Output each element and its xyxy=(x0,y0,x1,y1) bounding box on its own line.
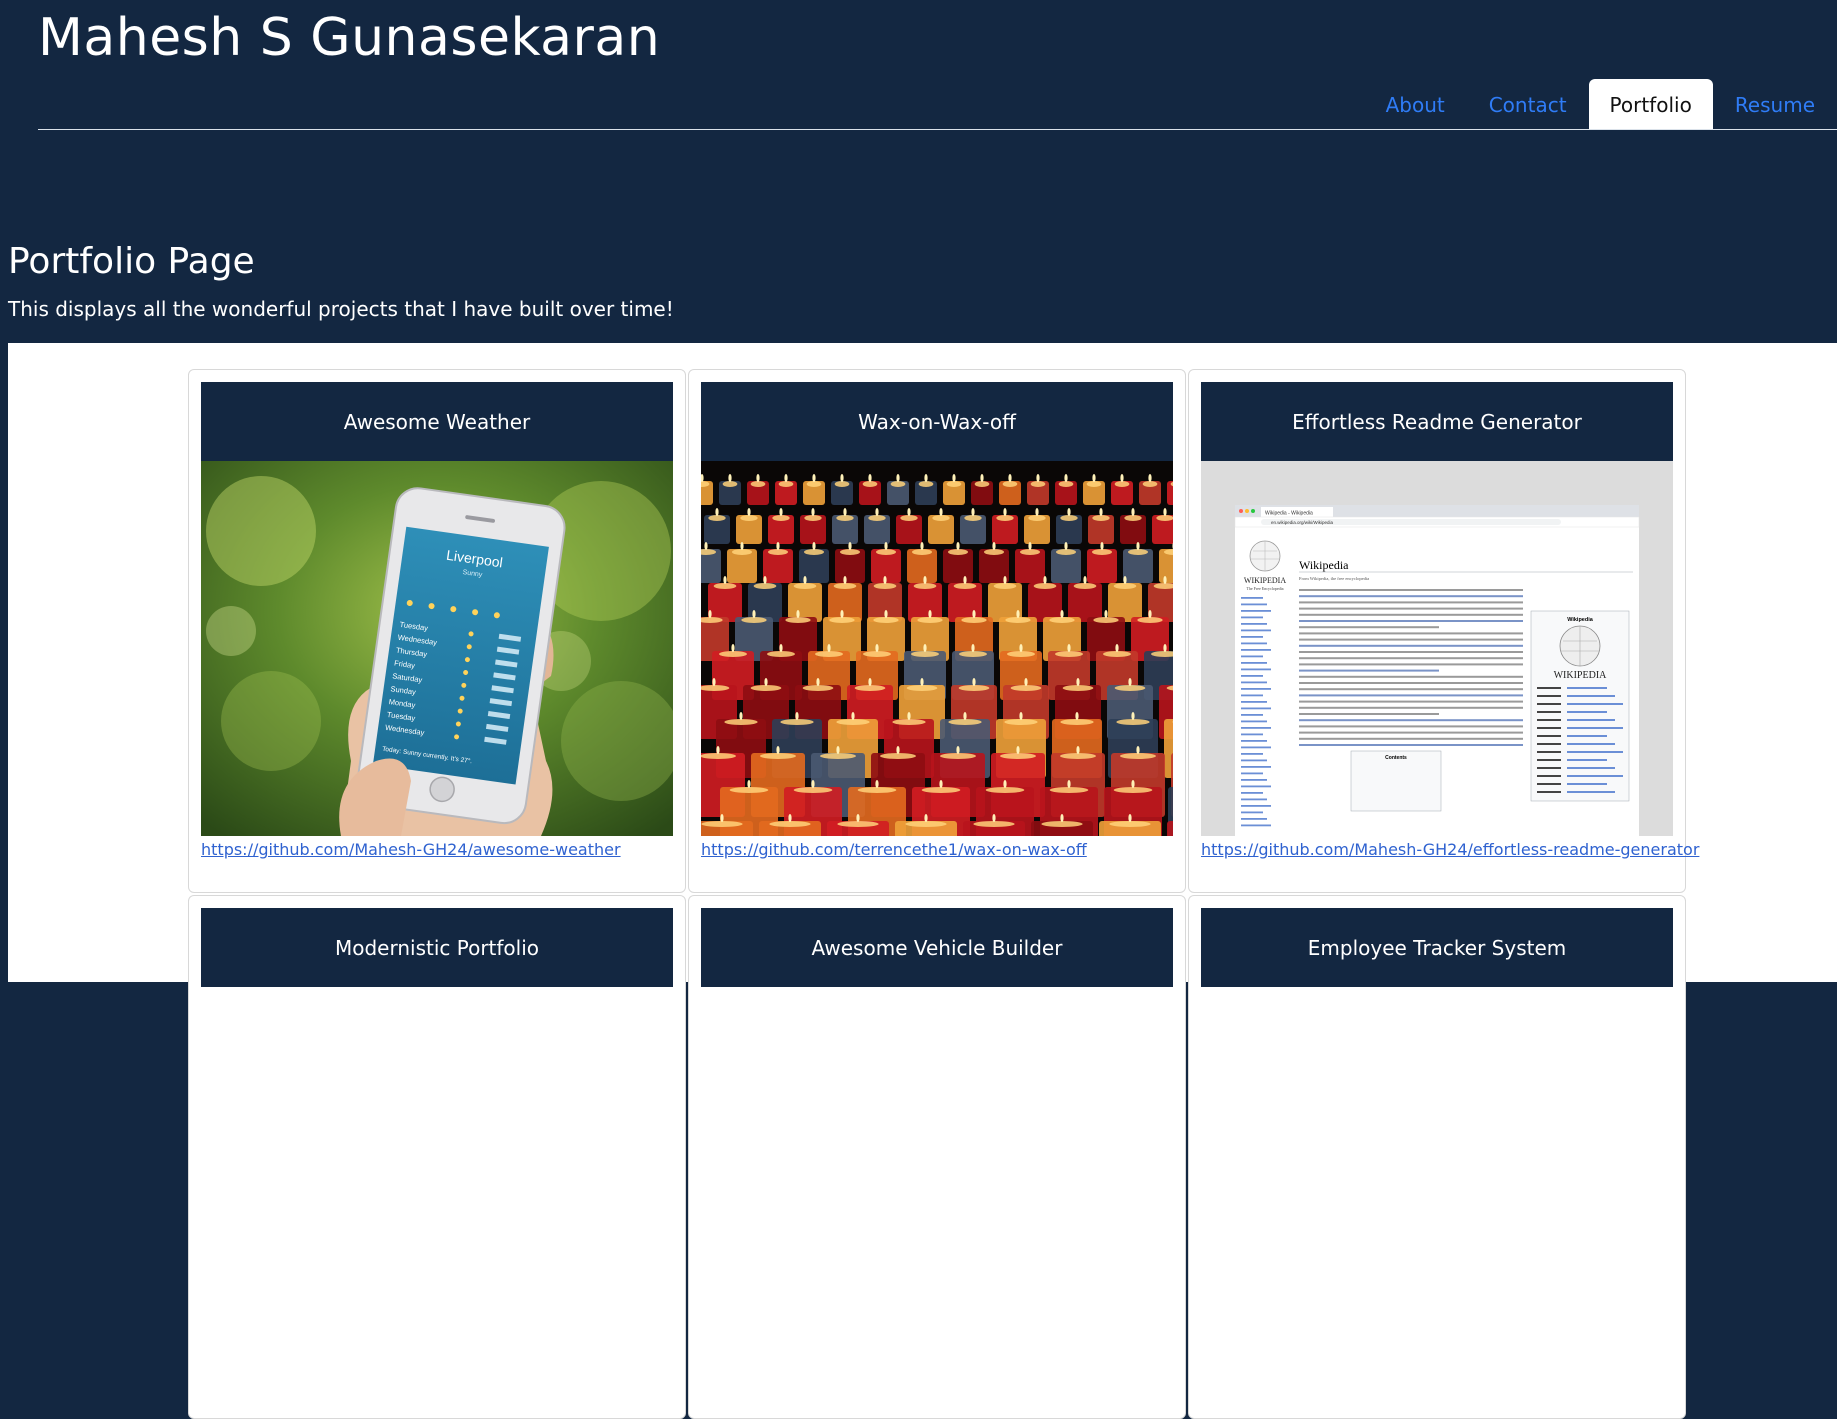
project-title: Wax-on-Wax-off xyxy=(701,382,1173,461)
project-card-modernistic-portfolio: Modernistic Portfolio xyxy=(188,895,686,1419)
wiki-contents: Contents xyxy=(1385,755,1407,761)
site-title: Mahesh S Gunasekaran xyxy=(38,8,661,68)
portfolio-grid: Awesome Weather Liverpool Sunny Tuesday … xyxy=(8,343,1837,1419)
project-image-wikipedia-screenshot: Wikipedia - Wikipedia en.wikipedia.org/w… xyxy=(1201,461,1673,836)
wiki-infobox-logo: WIKIPEDIA xyxy=(1554,670,1608,681)
nav-contact[interactable]: Contact xyxy=(1467,79,1589,130)
nav-about[interactable]: About xyxy=(1364,79,1467,130)
nav-portfolio[interactable]: Portfolio xyxy=(1588,79,1713,130)
project-card-employee-tracker-system: Employee Tracker System xyxy=(1188,895,1686,1419)
project-title: Employee Tracker System xyxy=(1201,908,1673,987)
page-title: Portfolio Page xyxy=(8,241,255,282)
project-card-wax-on-wax-off: Wax-on-Wax-off https://github.com/terren… xyxy=(688,369,1186,893)
wiki-tagline: The Free Encyclopedia xyxy=(1246,586,1283,591)
wiki-heading: Wikipedia xyxy=(1299,558,1349,572)
project-title: Awesome Weather xyxy=(201,382,673,461)
project-title: Awesome Vehicle Builder xyxy=(701,908,1173,987)
project-repo-link[interactable]: https://github.com/terrencethe1/wax-on-w… xyxy=(701,840,1087,859)
wiki-infobox-title: Wikipedia xyxy=(1567,617,1594,623)
project-title: Modernistic Portfolio xyxy=(201,908,673,987)
project-card-effortless-readme-generator: Effortless Readme Generator Wikipedia - … xyxy=(1188,369,1699,893)
header-divider xyxy=(38,129,1837,130)
main-nav: About Contact Portfolio Resume xyxy=(1364,79,1837,130)
wiki-url: en.wikipedia.org/wiki/Wikipedia xyxy=(1271,520,1334,525)
nav-resume[interactable]: Resume xyxy=(1713,79,1837,130)
project-repo-link[interactable]: https://github.com/Mahesh-GH24/awesome-w… xyxy=(201,840,621,859)
project-card-awesome-weather: Awesome Weather Liverpool Sunny Tuesday … xyxy=(188,369,686,893)
wiki-logo-text: WIKIPEDIA xyxy=(1244,576,1286,585)
project-repo-link[interactable]: https://github.com/Mahesh-GH24/effortles… xyxy=(1201,840,1699,859)
wiki-tab-title: Wikipedia - Wikipedia xyxy=(1265,511,1313,517)
project-image-candles xyxy=(701,461,1173,836)
project-image-weather-phone: Liverpool Sunny Tuesday Wednesday Thursd… xyxy=(201,461,673,836)
page-subtitle: This displays all the wonderful projects… xyxy=(8,297,674,321)
project-title: Effortless Readme Generator xyxy=(1201,382,1673,461)
project-card-awesome-vehicle-builder: Awesome Vehicle Builder xyxy=(688,895,1186,1419)
